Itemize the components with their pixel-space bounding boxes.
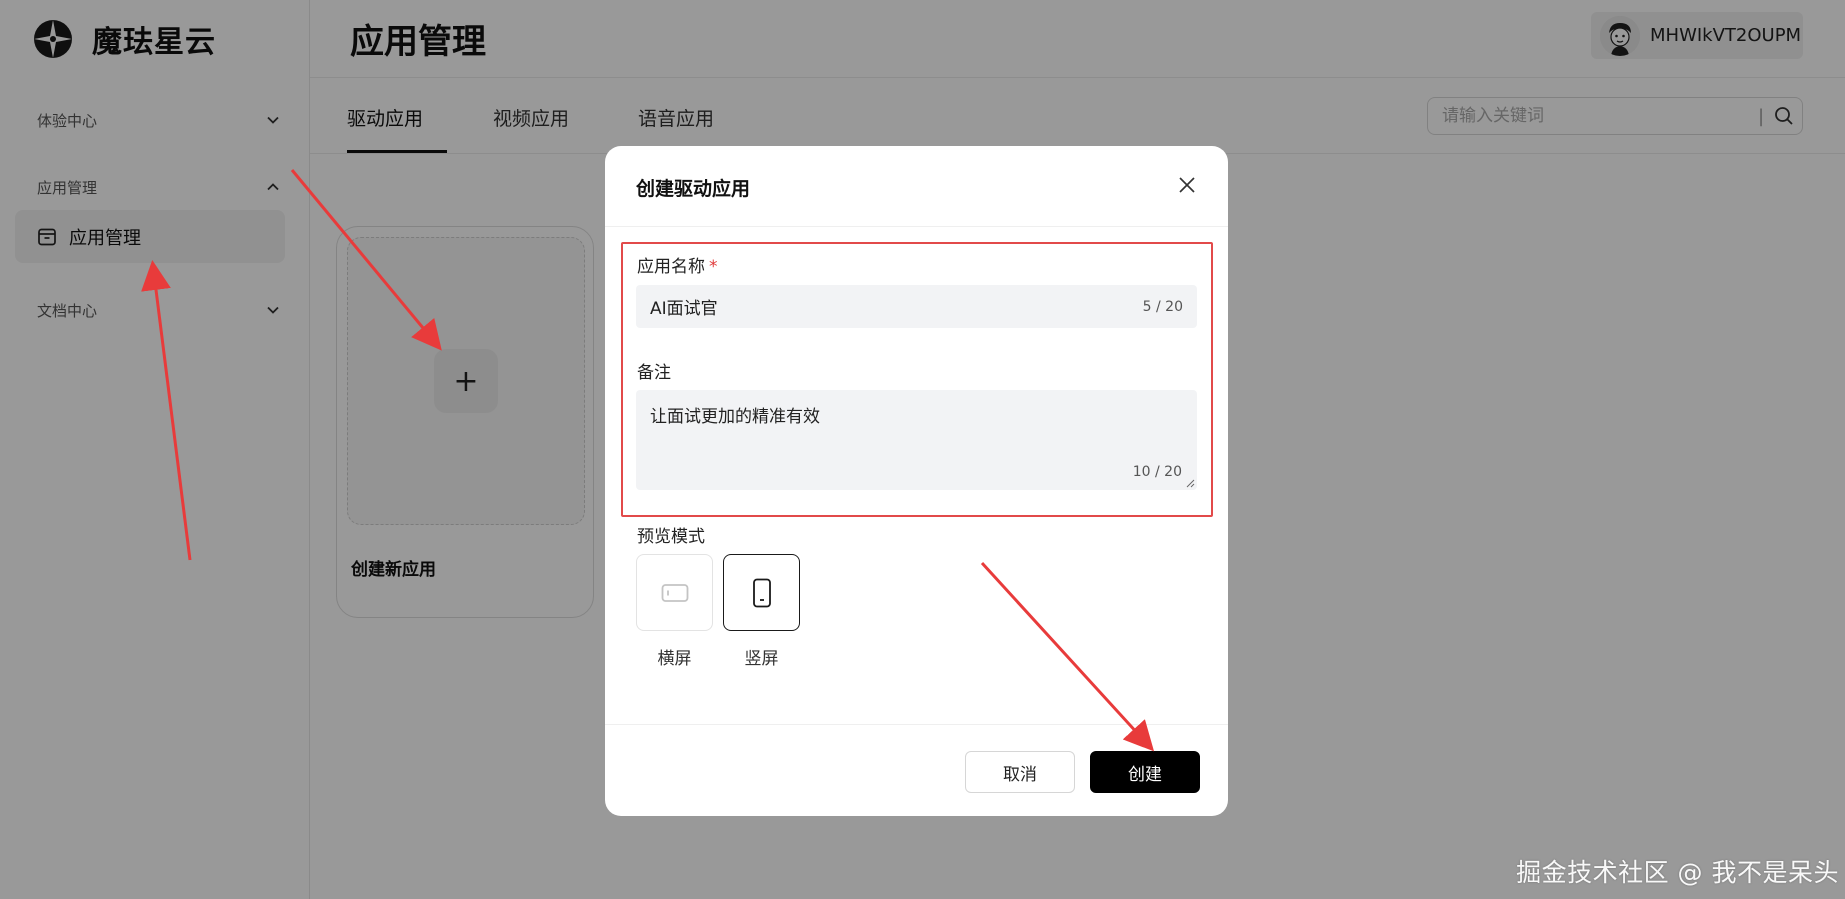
app-name-input[interactable]: AI面试官 5 / 20 (636, 285, 1197, 328)
app-name-counter: 5 / 20 (1142, 298, 1183, 315)
note-counter: 10 / 20 (1132, 464, 1182, 480)
cancel-button[interactable]: 取消 (965, 751, 1075, 793)
required-mark: * (709, 257, 718, 277)
preview-landscape-option[interactable] (636, 554, 713, 631)
preview-mode-label: 预览模式 (637, 527, 705, 547)
dialog-title: 创建驱动应用 (636, 178, 751, 200)
resize-handle-icon[interactable] (1186, 479, 1195, 488)
note-value: 让面试更加的精准有效 (650, 407, 820, 427)
note-label: 备注 (637, 363, 671, 383)
dialog-header: 创建驱动应用 (605, 146, 1228, 227)
create-button[interactable]: 创建 (1090, 751, 1200, 793)
portrait-screen-icon (752, 578, 771, 607)
app-name-label: 应用名称 * (637, 252, 718, 277)
create-app-dialog: 创建驱动应用 应用名称 * AI面试官 5 / 20 备注 让面试更加的精准有效 … (605, 146, 1228, 816)
watermark: 掘金技术社区 @ 我不是呆头 (1516, 858, 1839, 887)
landscape-screen-icon (661, 583, 688, 602)
app-name-label-text: 应用名称 (637, 257, 705, 277)
app-name-value: AI面试官 (650, 299, 718, 319)
landscape-label: 横屏 (657, 649, 692, 669)
preview-portrait-option[interactable] (723, 554, 800, 631)
note-textarea[interactable]: 让面试更加的精准有效 10 / 20 (636, 390, 1197, 490)
close-icon[interactable] (1176, 174, 1198, 196)
dialog-footer-divider (605, 724, 1228, 725)
portrait-label: 竖屏 (744, 649, 779, 669)
